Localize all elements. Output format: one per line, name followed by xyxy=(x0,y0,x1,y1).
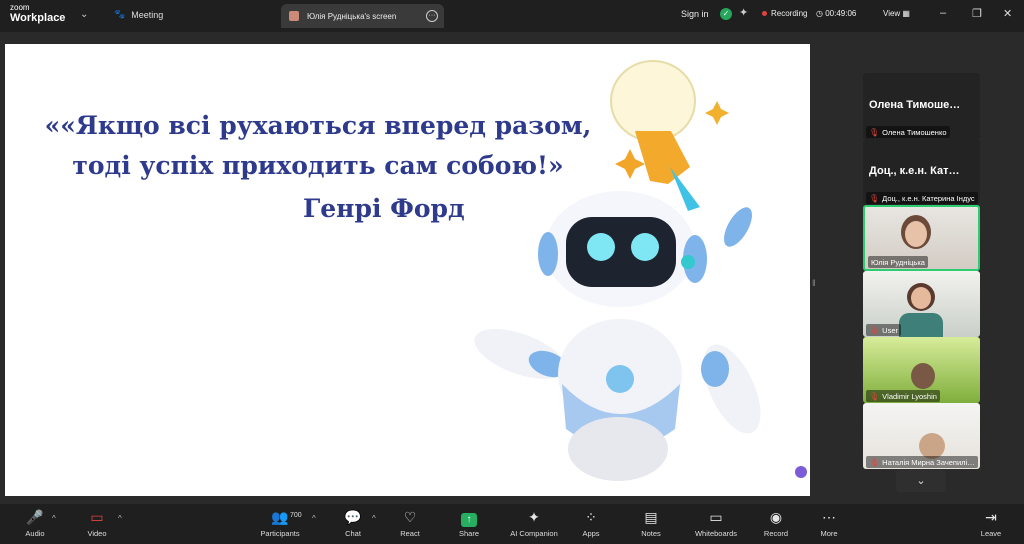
share-button[interactable]: ↑ Share xyxy=(454,508,484,538)
leave-icon: ⇥ xyxy=(985,509,997,525)
record-button[interactable]: ◉ Record xyxy=(760,508,792,538)
apps-icon: ⁘ xyxy=(585,509,597,525)
participant-tile[interactable]: 🎙 Vladimir Lyoshin xyxy=(863,337,980,403)
video-button[interactable]: ▭ Video xyxy=(82,508,112,538)
mic-muted-icon: 🎙 xyxy=(869,127,880,137)
chevron-down-icon[interactable]: ⌄ xyxy=(80,9,88,20)
sign-in-button[interactable]: Sign in xyxy=(681,9,709,19)
mic-off-icon: 🎤 xyxy=(26,509,44,525)
close-icon[interactable]: ✕ xyxy=(1003,7,1012,20)
participant-tile-active-speaker[interactable]: Юлія Рудніцька xyxy=(863,205,980,271)
view-button[interactable]: View ▦ xyxy=(883,9,910,18)
chat-button[interactable]: 💬 Chat xyxy=(338,508,368,538)
robot-illustration xyxy=(474,60,761,481)
shared-screen[interactable]: ««Якщо всі рухаються вперед разом, тоді … xyxy=(5,44,810,496)
video-off-icon: ▭ xyxy=(90,509,104,525)
ai-companion-button[interactable]: ✦ AI Companion xyxy=(504,508,564,538)
participant-video xyxy=(911,363,935,389)
app-badge-icon[interactable] xyxy=(795,466,807,478)
audio-options-caret[interactable]: ^ xyxy=(52,514,56,523)
participant-tile[interactable]: Олена Тимоше… 🎙 Олена Тимошенко xyxy=(863,73,980,139)
participant-tile[interactable]: Доц., к.е.н. Кат… 🎙 Доц., к.е.н. Катерина… xyxy=(863,139,980,205)
shield-icon[interactable]: ✓ xyxy=(720,8,732,20)
participant-tile[interactable]: 🎙 User xyxy=(863,271,980,337)
paw-icon: 🐾 xyxy=(114,9,126,19)
minimize-icon[interactable]: – xyxy=(940,7,946,19)
more-icon[interactable]: ··· xyxy=(426,10,438,22)
audio-button[interactable]: 🎤 Audio xyxy=(20,508,50,538)
video-options-caret[interactable]: ^ xyxy=(118,514,122,523)
mic-muted-icon: 🎙 xyxy=(869,325,880,335)
zoom-logo: zoom Workplace xyxy=(10,3,66,24)
mic-muted-icon: 🎙 xyxy=(869,457,880,467)
chat-options-caret[interactable]: ^ xyxy=(372,514,376,523)
record-dot-icon xyxy=(762,11,767,16)
restore-icon[interactable]: ❐ xyxy=(972,7,982,20)
recording-indicator[interactable]: Recording xyxy=(762,9,807,18)
record-icon: ◉ xyxy=(769,509,783,525)
heart-icon: ♡ xyxy=(403,509,417,525)
avatar-icon xyxy=(289,11,299,21)
react-button[interactable]: ♡ React xyxy=(394,508,426,538)
tab-shared-screen[interactable]: Юлія Рудніцька's screen ··· xyxy=(281,4,444,28)
whiteboards-button[interactable]: ▭ Whiteboards xyxy=(690,508,742,538)
leave-button[interactable]: ⇥ Leave xyxy=(976,508,1006,538)
whiteboard-icon: ▭ xyxy=(709,509,723,525)
meeting-button[interactable]: 🐾 Meeting xyxy=(114,9,163,20)
share-icon: ↑ xyxy=(461,513,477,527)
chat-icon: 💬 xyxy=(344,509,362,525)
more-button[interactable]: ⋯ More xyxy=(814,508,844,538)
title-bar: zoom Workplace ⌄ 🐾 Meeting Юлія Рудніцьк… xyxy=(0,0,1024,32)
meeting-timer: ◷ 00:49:06 xyxy=(816,9,857,18)
chevron-down-icon: ⌄ xyxy=(916,475,926,487)
sparkle-icon: ✦ xyxy=(528,509,540,525)
meeting-toolbar: 🎤 Audio ^ ▭ Video ^ 👥 Participants 700 ^ 💬 C… xyxy=(0,504,1024,544)
gallery-scroll-down-button[interactable]: ⌄ xyxy=(896,470,946,492)
apps-button[interactable]: ⁘ Apps xyxy=(576,508,606,538)
mic-muted-icon: 🎙 xyxy=(869,193,880,203)
participants-count: 700 xyxy=(290,512,302,519)
mic-muted-icon: 🎙 xyxy=(869,391,880,401)
sparkle-icon[interactable]: ✦ xyxy=(739,6,748,19)
notes-button[interactable]: ▤ Notes xyxy=(636,508,666,538)
more-icon: ⋯ xyxy=(822,509,836,525)
notes-icon: ▤ xyxy=(644,509,658,525)
participants-options-caret[interactable]: ^ xyxy=(312,514,316,523)
slide-author: Генрі Форд xyxy=(303,194,465,223)
panel-resize-handle[interactable]: ‖ xyxy=(812,278,816,288)
participant-tile[interactable]: 🎙 Наталія Мирна Зачепилі… xyxy=(863,403,980,469)
